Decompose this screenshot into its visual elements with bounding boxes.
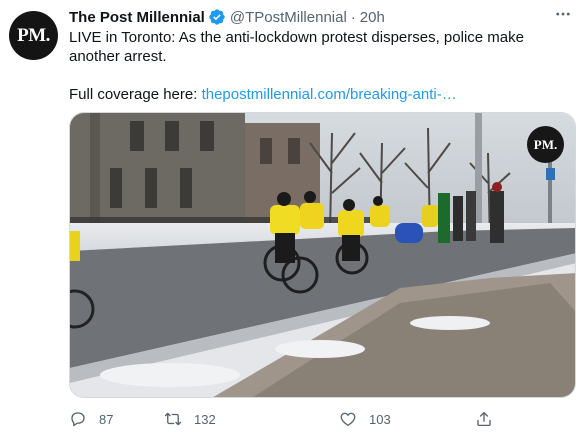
- retweet-button[interactable]: 132: [164, 408, 216, 430]
- timestamp[interactable]: 20h: [360, 9, 385, 26]
- coverage-line: Full coverage here: thepostmillennial.co…: [69, 85, 569, 104]
- like-count: 103: [369, 411, 391, 427]
- reply-button[interactable]: 87: [69, 408, 113, 430]
- avatar[interactable]: PM.: [9, 11, 58, 60]
- handle[interactable]: @TPostMillennial: [230, 9, 347, 26]
- retweet-count: 132: [194, 411, 216, 427]
- verified-badge-icon: [208, 8, 226, 26]
- tweet-header: The Post Millennial @TPostMillennial · 2…: [69, 6, 557, 28]
- reply-icon: [71, 412, 85, 427]
- watermark-text: PM.: [533, 136, 558, 152]
- more-options-button[interactable]: [553, 4, 573, 24]
- like-icon: [340, 412, 356, 427]
- video-media[interactable]: PM.: [69, 112, 576, 398]
- video-frame: [70, 113, 575, 397]
- tweet[interactable]: PM. The Post Millennial @TPostMillennial…: [0, 0, 587, 432]
- media-watermark: PM.: [527, 126, 564, 163]
- avatar-text: PM.: [17, 24, 50, 46]
- tweet-actions: 87 132 103: [69, 408, 509, 430]
- share-button[interactable]: [475, 408, 493, 430]
- more-options-icon: [556, 12, 570, 16]
- tweet-text: LIVE in Toronto: As the anti-lockdown pr…: [69, 28, 569, 104]
- reply-count: 87: [99, 411, 114, 427]
- coverage-prefix: Full coverage here:: [69, 86, 202, 103]
- tweet-text-line: LIVE in Toronto: As the anti-lockdown pr…: [69, 29, 524, 65]
- coverage-link[interactable]: thepostmillennial.com/breaking-anti-…: [202, 86, 457, 103]
- share-icon: [477, 411, 491, 427]
- separator-dot: ·: [350, 8, 356, 26]
- display-name[interactable]: The Post Millennial: [69, 9, 205, 26]
- retweet-icon: [164, 412, 182, 426]
- like-button[interactable]: 103: [339, 408, 391, 430]
